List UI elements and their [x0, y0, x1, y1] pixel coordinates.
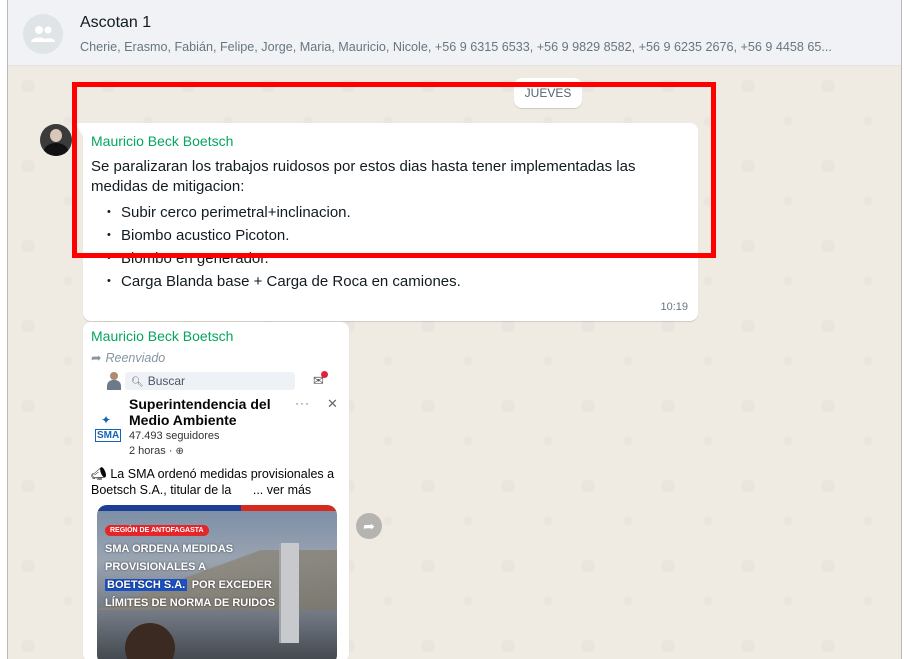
- post-text: 📣︎ La SMA ordenó medidas provisionales a…: [91, 466, 343, 498]
- post-time-text: 2 horas ·: [129, 445, 173, 457]
- chat-header[interactable]: Ascotan 1 Cherie, Erasmo, Fabián, Felipe…: [8, 0, 901, 66]
- search-field: 🔍︎ Buscar: [125, 372, 295, 390]
- news-headline: SMA ORDENA MEDIDAS PROVISIONALES A BOETS…: [105, 539, 330, 611]
- page-followers: 47.493 seguidores: [129, 430, 220, 442]
- avatar-head: [50, 129, 62, 142]
- headline-line: SMA ORDENA MEDIDAS: [105, 543, 234, 555]
- page-name: Superintendencia del Medio Ambiente: [129, 396, 271, 428]
- forwarded-text: Reenviado: [105, 351, 166, 365]
- close-icon: ✕: [327, 396, 338, 411]
- megaphone-icon: 📣︎: [91, 467, 107, 481]
- search-label: Buscar: [147, 374, 186, 388]
- message-time: 10:19: [660, 301, 688, 313]
- message-bubble[interactable]: Mauricio Beck Boetsch Se paralizaran los…: [75, 123, 698, 321]
- bubble-tail: [75, 123, 83, 136]
- facebook-top-bar: 🔍︎ Buscar ✉: [87, 370, 345, 392]
- message-text: Se paralizaran los trabajos ruidosos por…: [91, 157, 691, 293]
- logo-text: SMA: [95, 429, 122, 442]
- more-options-icon: ···: [295, 396, 310, 410]
- post-time: 2 horas · ⊕: [129, 445, 184, 457]
- news-image: REGIÓN DE ANTOFAGASTA SMA ORDENA MEDIDAS…: [97, 505, 337, 659]
- messenger-icon: ✉: [313, 371, 328, 389]
- sender-name[interactable]: Mauricio Beck Boetsch: [91, 133, 233, 149]
- forwarded-label: ➦ Reenviado: [91, 350, 165, 365]
- facebook-screenshot[interactable]: 🔍︎ Buscar ✉ ✦ SMA Superintendencia del Me…: [87, 370, 345, 659]
- chat-title: Ascotan 1: [80, 14, 152, 31]
- avatar-body: [44, 143, 68, 156]
- search-icon: 🔍︎: [131, 377, 144, 388]
- group-avatar-icon: [31, 26, 55, 42]
- sender-avatar[interactable]: [40, 124, 72, 156]
- date-separator: JUEVES: [514, 78, 582, 108]
- list-item: Biombo acustico Picoton.: [107, 224, 691, 247]
- logo-symbol: ✦: [101, 413, 112, 427]
- list-item: Carga Blanda base + Carga de Roca en cam…: [107, 270, 691, 293]
- region-badge: REGIÓN DE ANTOFAGASTA: [105, 525, 209, 536]
- sender-name[interactable]: Mauricio Beck Boetsch: [91, 328, 233, 344]
- message-list: Subir cerco perimetral+inclinacion. Biom…: [91, 201, 691, 293]
- list-item: Subir cerco perimetral+inclinacion.: [107, 201, 691, 224]
- message-intro: Se paralizaran los trabajos ruidosos por…: [91, 158, 636, 195]
- chat-window: Ascotan 1 Cherie, Erasmo, Fabián, Felipe…: [7, 0, 902, 659]
- flag-strip: [97, 505, 337, 511]
- headline-line: POR EXCEDER: [191, 579, 272, 591]
- headline-line: BOETSCH S.A.: [105, 579, 188, 591]
- headline-line: PROVISIONALES A: [105, 561, 207, 573]
- see-more-link: ... ver más: [252, 483, 312, 497]
- message-area[interactable]: JUEVES Mauricio Beck Boetsch Se paraliza…: [8, 66, 901, 659]
- globe-icon: ⊕: [175, 446, 184, 457]
- user-avatar-icon: [107, 372, 121, 390]
- list-item: Biombo en generador.: [107, 247, 691, 270]
- forwarded-message-bubble[interactable]: Mauricio Beck Boetsch ➦ Reenviado 🔍︎ Busca…: [83, 322, 349, 659]
- forward-button-icon[interactable]: ➦: [356, 513, 382, 539]
- group-avatar[interactable]: [23, 14, 63, 54]
- person-photo: [125, 623, 175, 659]
- chat-members: Cherie, Erasmo, Fabián, Felipe, Jorge, M…: [80, 40, 832, 54]
- headline-line: LÍMITES DE NORMA DE RUIDOS: [105, 597, 276, 609]
- forward-arrow-icon: ➦: [91, 351, 102, 365]
- sma-logo: ✦ SMA: [95, 413, 122, 443]
